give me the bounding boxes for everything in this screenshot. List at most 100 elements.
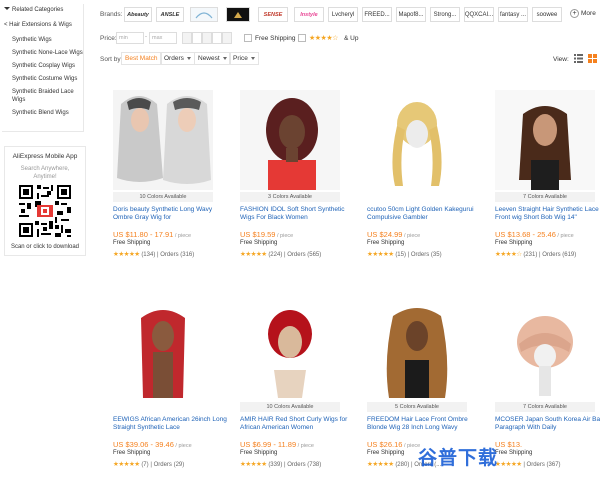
product-title-link[interactable]: Doris beauty Synthetic Long Wavy Ombre G… [113, 206, 233, 222]
product-title-link[interactable]: AMIR HAIR Red Short Curly Wigs for Afric… [240, 416, 360, 432]
shipping-info: Free Shipping [495, 450, 533, 456]
review-count-link[interactable]: (134) [141, 252, 155, 258]
sort-orders[interactable]: Orders [160, 52, 195, 65]
price-range-segment[interactable] [212, 32, 222, 44]
brand-chip-qqxcai[interactable]: QQXCAI... [464, 7, 494, 22]
shipping-info: Free Shipping [113, 240, 151, 246]
brand-chip-abeauty[interactable]: Abeauty [124, 7, 152, 22]
orders-count-link[interactable]: Orders (738) [287, 462, 321, 468]
product-image[interactable] [113, 300, 213, 400]
brand-chip-logo-blue[interactable] [190, 7, 218, 22]
product-price: US $24.99 / piece [367, 230, 421, 239]
rating-stars: ★★★★★ [240, 461, 267, 468]
category-link[interactable]: Synthetic Cosplay Wigs [12, 62, 84, 70]
shipping-info: Free Shipping [367, 450, 405, 456]
brand-chip-instyle[interactable]: Instyle [294, 7, 324, 22]
shipping-info: Free Shipping [240, 240, 278, 246]
rating-stars: ★★★★☆ [495, 251, 522, 258]
product-image[interactable] [240, 90, 340, 190]
more-brands-button[interactable]: + More [570, 9, 596, 18]
product-card[interactable]: 7 Colors Available Leeven Straight Hair … [495, 90, 600, 280]
product-title-link[interactable]: EEWIGS African American 26inch Long Stra… [113, 416, 233, 432]
sort-price[interactable]: Price [229, 52, 259, 65]
chevron-down-icon [250, 57, 255, 60]
product-title-link[interactable]: MCOSER Japan South Korea Air Bang Paragr… [495, 416, 600, 432]
product-card[interactable]: ccutoo 50cm Light Golden Kakegurui Compu… [367, 90, 493, 280]
related-categories-heading[interactable]: Related Categories [4, 7, 63, 13]
orders-count-link[interactable]: Orders (35) [411, 252, 442, 258]
free-shipping-label[interactable]: Free Shipping [255, 35, 295, 42]
price-range-segment[interactable] [202, 32, 212, 44]
orders-count-link[interactable]: Orders (619) [542, 252, 576, 258]
orders-count-link[interactable]: Orders (565) [287, 252, 321, 258]
wig-image-icon [240, 300, 340, 400]
sort-label: Sort by: [100, 56, 123, 63]
product-image[interactable] [495, 90, 595, 190]
colors-available-badge: 3 Colors Available [240, 192, 340, 202]
parent-category-link[interactable]: < Hair Extensions & Wigs [4, 22, 72, 28]
brand-chip-logo-gold[interactable] [226, 7, 250, 22]
review-count-link[interactable]: (231) [523, 252, 537, 258]
brand-chip-soowee[interactable]: soowee [532, 7, 562, 22]
free-shipping-checkbox[interactable] [244, 34, 252, 42]
orders-count-link[interactable]: Orders (367) [527, 462, 561, 468]
price-range-segment[interactable] [192, 32, 202, 44]
product-card[interactable]: 10 Colors Available Doris beauty Synthet… [113, 90, 239, 280]
product-title-link[interactable]: Leeven Straight Hair Synthetic Lace Fron… [495, 206, 600, 222]
product-card[interactable]: 3 Colors Available FASHION IDOL Soft Sho… [240, 90, 366, 280]
review-count-link[interactable]: (339) [268, 462, 282, 468]
product-rating: ★★★★★ (224) | Orders (565) [240, 251, 322, 258]
category-link[interactable]: Synthetic Braided Lace Wigs [12, 88, 84, 104]
brand-chip-strong[interactable]: Strong... [430, 7, 460, 22]
qr-code-icon[interactable] [17, 183, 73, 239]
product-image[interactable] [113, 90, 213, 190]
orders-count-link[interactable]: Orders (316) [160, 252, 194, 258]
brand-chip-ansle[interactable]: ANSLE [156, 7, 184, 22]
review-count-link[interactable]: (7) [141, 462, 148, 468]
rating-stars: ★★★★★ [367, 461, 394, 468]
brand-chip-fantasy[interactable]: fantasy ... [498, 7, 528, 22]
category-link[interactable]: Synthetic None-Lace Wigs [12, 49, 84, 57]
rating-filter-checkbox[interactable] [298, 34, 306, 42]
mobile-app-promo[interactable]: AliExpress Mobile App Search Anywhere, A… [4, 146, 86, 256]
rating-filter-stars[interactable]: ★★★★☆ [309, 34, 338, 42]
category-link[interactable]: Synthetic Costume Wigs [12, 75, 84, 83]
brand-chip-sense[interactable]: SENSE [258, 7, 288, 22]
product-card[interactable]: 7 Colors Available MCOSER Japan South Ko… [495, 300, 600, 477]
price-min-input[interactable]: min [116, 32, 144, 44]
wig-image-icon [240, 90, 340, 190]
colors-available-badge: 7 Colors Available [495, 192, 595, 202]
rating-stars: ★★★★★ [367, 251, 394, 258]
product-image[interactable] [367, 300, 467, 400]
product-title-link[interactable]: FASHION IDOL Soft Short Synthetic Wigs F… [240, 206, 360, 222]
shipping-info: Free Shipping [367, 240, 405, 246]
wig-image-icon [367, 90, 467, 190]
product-card[interactable]: 10 Colors Available AMIR HAIR Red Short … [240, 300, 366, 477]
watermark-logo: 谷普下载 [418, 447, 499, 469]
orders-count-link[interactable]: Orders (29) [154, 462, 185, 468]
price-range-segment[interactable] [222, 32, 232, 44]
review-count-link[interactable]: (224) [268, 252, 282, 258]
product-image[interactable] [240, 300, 340, 400]
product-card[interactable]: EEWIGS African American 26inch Long Stra… [113, 300, 239, 477]
app-download-link[interactable]: Scan or click to download [5, 244, 85, 250]
brand-chip-freedom[interactable]: FREED... [362, 7, 392, 22]
product-title-link[interactable]: ccutoo 50cm Light Golden Kakegurui Compu… [367, 206, 487, 222]
product-image[interactable] [495, 300, 595, 400]
sort-newest[interactable]: Newest [194, 52, 231, 65]
product-image[interactable] [367, 90, 467, 190]
grid-view-icon[interactable] [588, 54, 597, 63]
list-view-icon[interactable] [574, 54, 583, 63]
brand-chip-mapof8[interactable]: Mapof8... [396, 7, 426, 22]
shipping-info: Free Shipping [113, 450, 151, 456]
category-link[interactable]: Synthetic Blend Wigs [12, 109, 84, 117]
category-link[interactable]: Synthetic Wigs [12, 36, 84, 44]
review-count-link[interactable]: (280) [395, 462, 409, 468]
brand-chip-lvcheryl[interactable]: Lvcheryl [328, 7, 358, 22]
sort-best-match[interactable]: Best Match [121, 52, 162, 65]
review-count-link[interactable]: (15) [395, 252, 406, 258]
price-max-input[interactable]: max [149, 32, 177, 44]
price-range-segment[interactable] [182, 32, 192, 44]
product-title-link[interactable]: FREEDOM Hair Lace Front Ombre Blonde Wig… [367, 416, 487, 432]
colors-available-badge: 10 Colors Available [113, 192, 213, 202]
